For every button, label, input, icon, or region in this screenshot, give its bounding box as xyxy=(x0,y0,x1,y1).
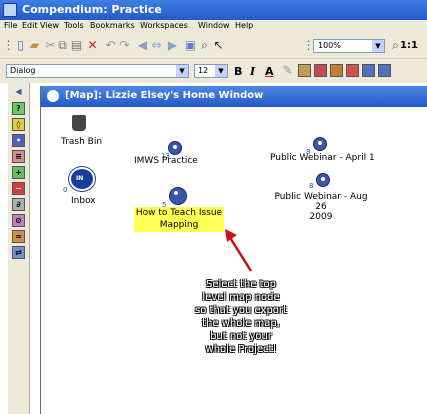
imws-label[interactable]: IMWS Practice xyxy=(134,156,198,166)
webinar-aug-count: 8 xyxy=(309,182,314,190)
highlight-pen-icon[interactable]: ✎ xyxy=(281,64,294,77)
menu-window[interactable]: Window xyxy=(198,21,230,30)
bold-button[interactable]: B xyxy=(234,65,242,78)
annotation-line-4: the whole map, xyxy=(202,318,280,329)
compendium-app: Compendium: Practice File Edit View Tool… xyxy=(0,0,427,414)
annotation-arrow-icon xyxy=(225,229,253,272)
new-icon[interactable]: ▯ xyxy=(14,39,27,52)
zoom-one-to-one[interactable]: 1:1 xyxy=(400,40,418,51)
copy-icon[interactable]: ⧉ xyxy=(56,39,69,52)
list-node-icon[interactable]: ≡ xyxy=(12,150,25,163)
window-title-bar: Compendium: Practice xyxy=(0,0,427,20)
inbox-count: 0 xyxy=(63,186,68,194)
chevron-down-icon: ▼ xyxy=(176,65,188,77)
teach-node-selected[interactable]: How to Teach Issue Mapping xyxy=(134,207,224,232)
chevron-down-icon: ▼ xyxy=(215,65,227,77)
menu-help[interactable]: Help xyxy=(235,21,253,30)
annotation-line-2: level map node xyxy=(202,292,280,303)
map-window: [Map]: Lizzie Elsey's Home Window Trash … xyxy=(40,86,427,414)
map-node-icon[interactable]: • xyxy=(12,134,25,147)
back-icon[interactable]: ◀ xyxy=(136,39,149,52)
redo-icon[interactable]: ↷ xyxy=(118,39,131,52)
arrow-shaft xyxy=(227,235,253,272)
format-toolbar: Dialog ▼ 12 ▼ B I A ✎ xyxy=(0,59,427,83)
map-header: [Map]: Lizzie Elsey's Home Window xyxy=(41,86,427,107)
node-palette: ◀ ? ◊ • ≡ + − ∂ ⊘ ≈ ⇄ xyxy=(8,83,30,414)
menu-tools[interactable]: Tools xyxy=(64,21,84,30)
con-node-icon[interactable]: − xyxy=(12,182,25,195)
window-title: Compendium: Practice xyxy=(22,3,162,16)
chevron-down-icon: ▼ xyxy=(372,40,384,52)
menu-view[interactable]: View xyxy=(40,21,59,30)
menu-file[interactable]: File xyxy=(4,21,17,30)
forward-icon[interactable]: ▶ xyxy=(166,39,179,52)
image-icon[interactable]: ▣ xyxy=(184,39,197,52)
font-style-select[interactable]: Dialog ▼ xyxy=(6,64,189,78)
trash-bin-icon[interactable] xyxy=(72,115,86,131)
open-folder-icon[interactable]: ▰ xyxy=(28,39,41,52)
menu-edit[interactable]: Edit xyxy=(22,21,38,30)
reference-node-icon[interactable]: ∂ xyxy=(12,198,25,211)
color-icon-2[interactable] xyxy=(314,64,327,77)
annotation-line-5: but not your xyxy=(210,331,272,342)
webinar-aug-label-line1: Public Webinar - Aug 26 xyxy=(274,192,368,212)
imws-map-icon[interactable] xyxy=(168,141,182,155)
note-node-icon[interactable]: ⇄ xyxy=(12,246,25,259)
color-icon-1[interactable] xyxy=(298,64,311,77)
map-icon xyxy=(47,90,59,102)
italic-button[interactable]: I xyxy=(250,65,255,78)
color-icon-6[interactable] xyxy=(378,64,391,77)
annotation-line-1: Select the top xyxy=(205,279,276,290)
delete-icon[interactable]: ✕ xyxy=(86,39,99,52)
text-color-button[interactable]: A xyxy=(265,65,274,78)
color-icon-3[interactable] xyxy=(330,64,343,77)
main-toolbar: ⋮ ▯ ▰ ✂ ⧉ ▤ ✕ ↶ ↷ ◀ ⇔ ▶ ▣ ⌕ ↖ ⋮ 100% ▼ ⌕… xyxy=(0,33,427,59)
inbox-label[interactable]: Inbox xyxy=(71,196,96,206)
color-icon-5[interactable] xyxy=(362,64,375,77)
annotation-callout: Select the top level map node so that yo… xyxy=(186,278,296,356)
teach-label-line1: How to Teach Issue xyxy=(135,208,223,218)
webinar-aug-label-line2: 2009 xyxy=(309,212,333,222)
teach-label-line2: Mapping xyxy=(159,220,199,230)
inbox-icon[interactable] xyxy=(69,167,95,191)
zoom-select[interactable]: 100% ▼ xyxy=(313,39,385,53)
search-icon[interactable]: ⌕ xyxy=(198,39,211,52)
zoom-value: 100% xyxy=(318,41,341,50)
font-style-value: Dialog xyxy=(10,66,36,75)
undo-icon[interactable]: ↶ xyxy=(104,39,117,52)
teach-map-icon[interactable] xyxy=(169,187,187,205)
webinar-april-map-icon[interactable] xyxy=(313,137,327,151)
argument-node-icon[interactable]: ≈ xyxy=(12,230,25,243)
menu-bookmarks[interactable]: Bookmarks xyxy=(90,21,135,30)
webinar-aug-label[interactable]: Public Webinar - Aug 26 2009 xyxy=(269,192,373,222)
annotation-line-3: so that you export xyxy=(195,305,287,316)
paste-icon[interactable]: ▤ xyxy=(70,39,83,52)
answer-node-icon[interactable]: ◊ xyxy=(12,118,25,131)
help-cursor-icon[interactable]: ↖ xyxy=(212,39,225,52)
decision-node-icon[interactable]: ⊘ xyxy=(12,214,25,227)
webinar-april-label[interactable]: Public Webinar - April 1 xyxy=(270,153,375,163)
menu-workspaces[interactable]: Workspaces xyxy=(140,21,188,30)
font-size-value: 12 xyxy=(198,66,209,75)
trash-bin-label[interactable]: Trash Bin xyxy=(61,137,102,147)
map-title: [Map]: Lizzie Elsey's Home Window xyxy=(65,90,264,101)
question-node-icon[interactable]: ? xyxy=(12,102,25,115)
menu-bar: File Edit View Tools Bookmarks Workspace… xyxy=(0,20,427,33)
back-forward-icon[interactable]: ⇔ xyxy=(150,39,163,52)
pro-node-icon[interactable]: + xyxy=(12,166,25,179)
color-icon-4[interactable] xyxy=(346,64,359,77)
palette-collapse-icon[interactable]: ◀ xyxy=(12,86,25,99)
webinar-aug-map-icon[interactable] xyxy=(316,173,330,187)
app-icon xyxy=(3,3,17,17)
annotation-line-6: whole Project! xyxy=(205,344,277,355)
font-size-select[interactable]: 12 ▼ xyxy=(194,64,228,78)
